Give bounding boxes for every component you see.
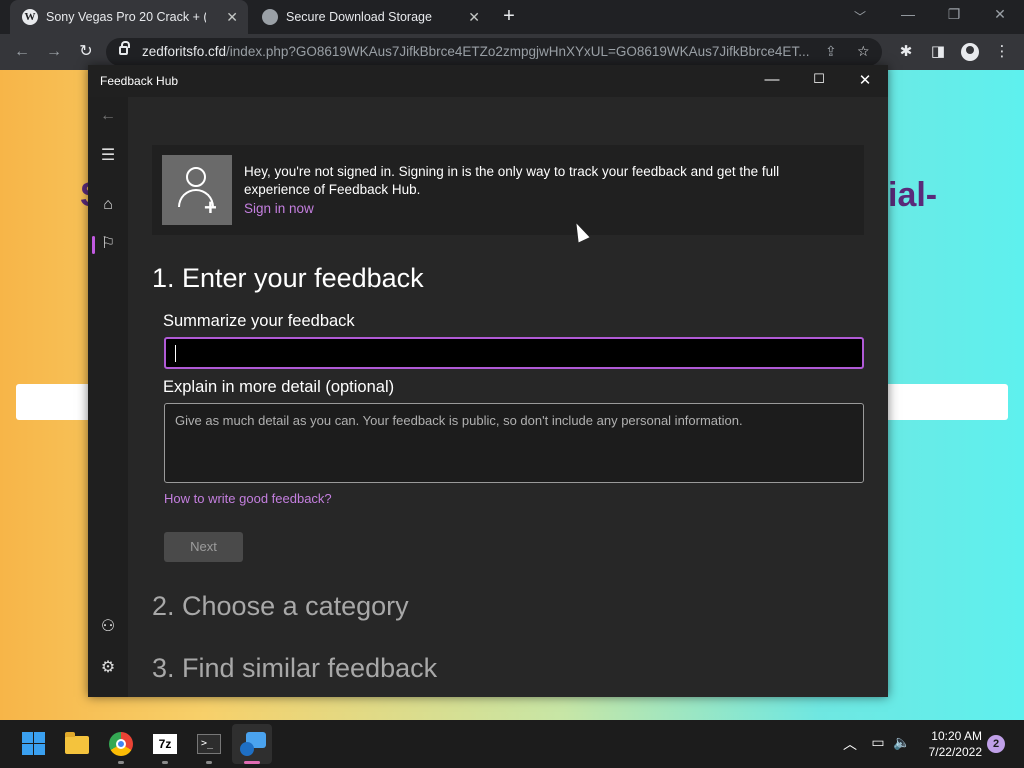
chevron-up-icon[interactable]: ︿ bbox=[841, 734, 859, 754]
page-input[interactable] bbox=[16, 384, 96, 420]
window-title: Feedback Hub bbox=[100, 74, 179, 88]
feedback-hub-window: Feedback Hub — ☐ ✕ ← ☰ ⌂ ⚐ ⚇ ⚙ + Hey, yo… bbox=[88, 65, 888, 697]
feedback-hub-content: + Hey, you're not signed in. Signing in … bbox=[128, 97, 888, 697]
url-text[interactable]: zedforitsfo.cfd/index.php?GO8619WKAus7Ji… bbox=[142, 44, 814, 59]
tab-close-icon[interactable]: ✕ bbox=[226, 9, 238, 26]
add-account-icon: + bbox=[162, 155, 232, 225]
home-icon[interactable]: ⌂ bbox=[98, 195, 118, 215]
step-3-heading[interactable]: 3. Find similar feedback bbox=[152, 653, 437, 684]
summary-label: Summarize your feedback bbox=[163, 312, 355, 330]
step-1-heading: 1. Enter your feedback bbox=[152, 263, 424, 293]
share-icon[interactable]: ⇪ bbox=[825, 43, 837, 60]
clock-time[interactable]: 10:20 AM bbox=[922, 729, 982, 743]
globe-icon bbox=[262, 9, 278, 25]
notification-badge[interactable]: 2 bbox=[987, 735, 1005, 753]
tab-close-icon[interactable]: ✕ bbox=[468, 9, 480, 26]
back-arrow-icon[interactable]: ← bbox=[12, 42, 32, 62]
step-2-heading[interactable]: 2. Choose a category bbox=[152, 591, 409, 622]
terminal-icon[interactable]: >_ bbox=[195, 730, 223, 758]
feedback-icon[interactable]: ⚐ bbox=[98, 234, 118, 254]
forward-arrow-icon[interactable]: → bbox=[44, 42, 64, 62]
feedback-hub-taskbar-icon[interactable] bbox=[238, 730, 266, 758]
clock-date[interactable]: 7/22/2022 bbox=[922, 745, 982, 759]
settings-gear-icon[interactable]: ⚙ bbox=[98, 658, 118, 678]
running-indicator bbox=[162, 761, 168, 764]
feedback-help-link[interactable]: How to write good feedback? bbox=[164, 491, 332, 506]
detail-label: Explain in more detail (optional) bbox=[163, 378, 395, 396]
start-button-icon[interactable] bbox=[20, 730, 48, 758]
side-panel-icon[interactable]: ◨ bbox=[928, 42, 948, 60]
maximize-icon[interactable]: ☐ bbox=[809, 71, 829, 87]
browser-tab-strip: W Sony Vegas Pro 20 Crack + (100% Workin… bbox=[0, 0, 1024, 34]
reload-icon[interactable]: ↻ bbox=[76, 42, 96, 62]
hamburger-menu-icon[interactable]: ☰ bbox=[98, 146, 118, 166]
active-indicator bbox=[244, 761, 260, 764]
signin-banner: + Hey, you're not signed in. Signing in … bbox=[152, 145, 864, 235]
page-input[interactable] bbox=[880, 384, 1008, 420]
profile-avatar-icon[interactable] bbox=[961, 43, 979, 61]
selected-indicator bbox=[92, 236, 95, 254]
next-button[interactable]: Next bbox=[164, 532, 243, 562]
tab-sony-vegas[interactable]: W Sony Vegas Pro 20 Crack + (100% Workin… bbox=[10, 0, 248, 34]
signin-message: Hey, you're not signed in. Signing in is… bbox=[244, 164, 780, 197]
minimize-icon[interactable]: — bbox=[898, 6, 918, 22]
menu-kebab-icon[interactable]: ⋮ bbox=[992, 42, 1012, 60]
detail-placeholder: Give as much detail as you can. Your fee… bbox=[175, 413, 743, 428]
tab-title: Sony Vegas Pro 20 Crack + (100% Working)… bbox=[46, 10, 206, 24]
extensions-puzzle-icon[interactable]: ✱ bbox=[896, 42, 916, 60]
window-titlebar[interactable]: Feedback Hub — ☐ ✕ bbox=[88, 65, 888, 97]
chrome-icon[interactable] bbox=[107, 730, 135, 758]
page-heading-fragment: ial- bbox=[888, 176, 938, 214]
running-indicator bbox=[206, 761, 212, 764]
summary-input[interactable] bbox=[164, 337, 864, 369]
windows-taskbar: 7z >_ ︿ ▭ 🔈 10:20 AM 7/22/2022 2 bbox=[0, 720, 1024, 768]
network-icon[interactable]: ▭ bbox=[869, 734, 887, 751]
new-tab-button[interactable]: + bbox=[498, 5, 520, 27]
feedback-hub-sidebar: ← ☰ ⌂ ⚐ ⚇ ⚙ bbox=[88, 97, 128, 697]
minimize-icon[interactable]: — bbox=[762, 71, 782, 88]
running-indicator bbox=[118, 761, 124, 764]
tab-secure-download[interactable]: Secure Download Storage ✕ bbox=[250, 0, 490, 34]
add-user-icon[interactable]: ⚇ bbox=[98, 617, 118, 637]
bookmark-star-icon[interactable]: ☆ bbox=[857, 43, 870, 60]
address-bar[interactable]: zedforitsfo.cfd/index.php?GO8619WKAus7Ji… bbox=[106, 38, 882, 66]
volume-icon[interactable]: 🔈 bbox=[893, 734, 911, 751]
close-icon[interactable]: ✕ bbox=[990, 6, 1010, 23]
tab-title: Secure Download Storage bbox=[286, 10, 432, 24]
file-explorer-icon[interactable] bbox=[63, 730, 91, 758]
close-icon[interactable]: ✕ bbox=[855, 71, 875, 89]
back-arrow-icon[interactable]: ← bbox=[98, 106, 118, 126]
wordpress-icon: W bbox=[22, 9, 38, 25]
lock-icon[interactable] bbox=[119, 41, 130, 55]
detail-textarea[interactable]: Give as much detail as you can. Your fee… bbox=[164, 403, 864, 483]
text-caret bbox=[175, 345, 176, 362]
7zip-icon[interactable]: 7z bbox=[151, 730, 179, 758]
restore-icon[interactable]: ❐ bbox=[944, 6, 964, 23]
tab-search-icon[interactable]: ﹀ bbox=[854, 8, 866, 25]
signin-link[interactable]: Sign in now bbox=[244, 201, 314, 216]
